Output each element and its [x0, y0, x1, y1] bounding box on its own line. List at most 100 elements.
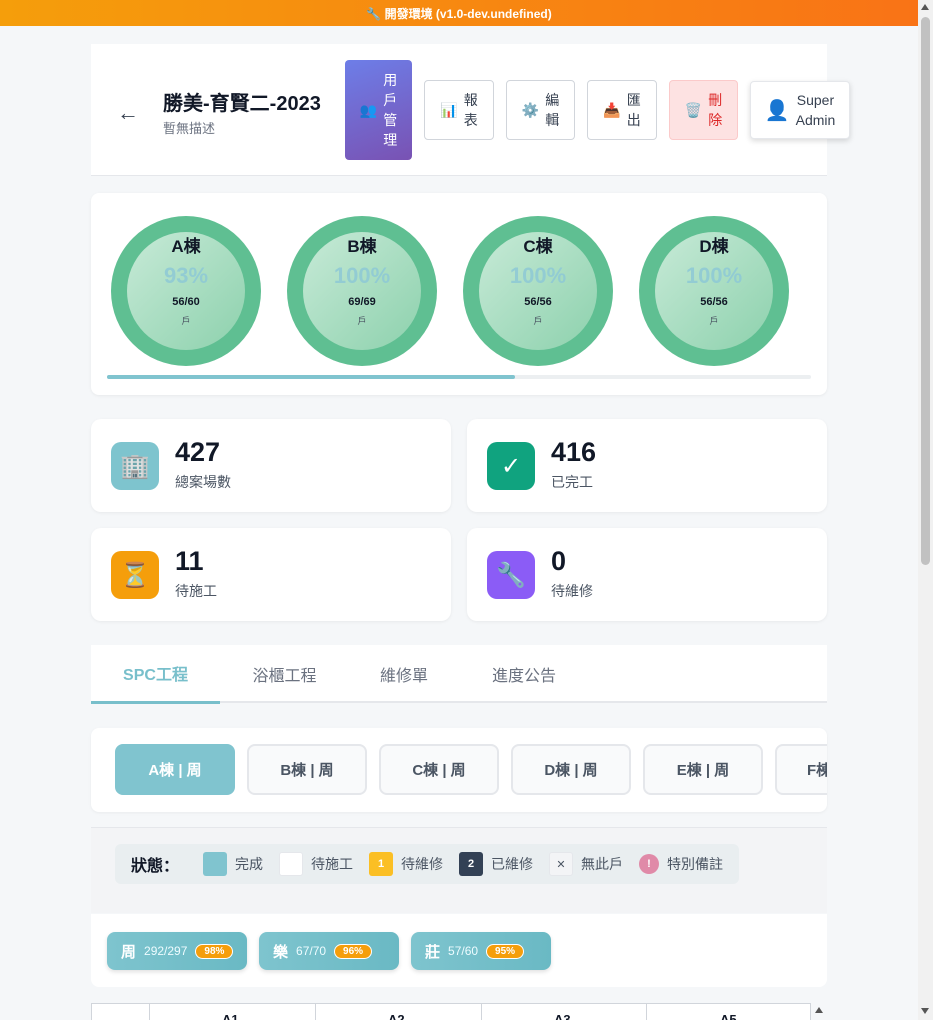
- legend-item: 2 已維修: [459, 852, 533, 876]
- check-icon: ✓: [487, 442, 535, 490]
- page-scrollbar[interactable]: [918, 0, 933, 1020]
- scroll-thumb[interactable]: [921, 17, 930, 565]
- week-button[interactable]: E棟 | 周: [643, 744, 763, 795]
- user-icon: 👤: [764, 99, 790, 122]
- scroll-up-icon[interactable]: [921, 4, 929, 10]
- edit-label: 編 輯: [545, 90, 559, 130]
- user-menu-button[interactable]: 👤 Super Admin: [750, 81, 850, 139]
- label-line: 編: [545, 92, 560, 108]
- legend-label: 待維修: [401, 856, 444, 872]
- legend-item: ! 特別備註: [639, 854, 723, 874]
- building-count: 56/56: [524, 296, 552, 308]
- building-progress-ring[interactable]: A棟 93% 56/60 戶: [111, 216, 261, 366]
- label-line: 匯: [626, 92, 641, 108]
- building-progress-ring[interactable]: D棟 100% 56/56 戶: [639, 216, 789, 366]
- label-line: 輯: [545, 112, 560, 128]
- users-icon: 👥: [359, 101, 378, 118]
- section-percent-badge: 95%: [486, 943, 525, 959]
- legend-label: 待施工: [311, 856, 354, 872]
- edit-button[interactable]: ⚙️ 編 輯: [506, 80, 575, 140]
- legend-item: 待施工: [279, 852, 353, 876]
- close-icon: ✕: [549, 852, 574, 876]
- stat-label: 待維修: [551, 583, 593, 599]
- building-percent: 100%: [509, 263, 567, 288]
- column-divider: [149, 1004, 150, 1020]
- hourglass-icon: ⏳: [111, 551, 159, 599]
- legend-label: 特別備註: [667, 856, 724, 872]
- tab-progress-notice[interactable]: 進度公告: [459, 645, 589, 703]
- stat-card-completed: ✓ 416 已完工: [467, 419, 827, 512]
- column-header: A5: [720, 1012, 737, 1020]
- week-button[interactable]: C棟 | 周: [379, 744, 499, 795]
- tab-repair-order[interactable]: 維修單: [349, 645, 459, 703]
- column-divider: [481, 1004, 482, 1020]
- chart-icon: 📊: [440, 101, 458, 118]
- stat-card-total: 🏢 427 總案場數: [91, 419, 451, 512]
- stat-value: 0: [551, 546, 567, 576]
- label-line: Admin: [795, 112, 836, 128]
- label-line: 出: [626, 112, 641, 128]
- building-percent: 100%: [333, 263, 391, 288]
- building-scroll-thumb[interactable]: [107, 375, 516, 379]
- project-title: 勝美-育賢二-2023: [163, 93, 321, 115]
- label-line: Super: [796, 92, 835, 108]
- stat-label: 待施工: [175, 583, 217, 599]
- legend-item: ✕ 無此戶: [549, 852, 623, 876]
- section-name: 樂: [273, 943, 289, 961]
- label-line: 戶: [383, 92, 398, 108]
- section-count: 67/70: [296, 944, 327, 958]
- section-percent-badge: 98%: [195, 943, 234, 959]
- column-divider: [646, 1004, 647, 1020]
- building-week-selector: A棟 | 周 B棟 | 周 C棟 | 周 D棟 | 周 E棟 | 周 F棟: [91, 728, 827, 812]
- stat-label: 總案場數: [175, 474, 231, 490]
- user-management-button[interactable]: 👥 用 戶 管 理: [345, 60, 412, 160]
- report-button[interactable]: 📊 報 表: [424, 80, 494, 140]
- legend-label: 完成: [235, 856, 264, 872]
- report-label: 報 表: [464, 90, 478, 130]
- stat-card-repair: 🔧 0 待維修: [467, 528, 827, 621]
- unit-table-header: A1 A2 A3 A5: [91, 1003, 811, 1020]
- building-unit: 戶: [357, 316, 367, 326]
- env-banner-text: 🔧 開發環境 (v1.0-dev.undefined): [366, 6, 552, 21]
- building-unit: 戶: [709, 316, 719, 326]
- week-button[interactable]: D棟 | 周: [511, 744, 631, 795]
- legend-title: 狀態：: [131, 858, 180, 875]
- building-name: D棟: [699, 237, 729, 256]
- section-name: 周: [121, 943, 137, 961]
- label-line: 用: [383, 72, 398, 88]
- week-button[interactable]: B棟 | 周: [247, 744, 367, 795]
- building-count: 69/69: [348, 296, 376, 308]
- building-progress-panel: A棟 93% 56/60 戶 B棟 100% 69/69 戶 C棟 100% 5…: [91, 193, 827, 395]
- label-line: 除: [708, 112, 723, 128]
- tab-bath-cabinet[interactable]: 浴櫃工程: [220, 645, 349, 703]
- column-header: A2: [388, 1012, 405, 1020]
- legend-swatch: [203, 852, 228, 876]
- building-scroll-track[interactable]: [107, 375, 811, 379]
- section-chip[interactable]: 周 292/297 98%: [107, 932, 247, 970]
- back-arrow-icon[interactable]: ←: [117, 100, 139, 126]
- table-scroll-up-icon[interactable]: [815, 1007, 823, 1013]
- project-description: 暫無描述: [163, 121, 216, 136]
- building-progress-ring[interactable]: B棟 100% 69/69 戶: [287, 216, 437, 366]
- week-button[interactable]: F棟: [775, 744, 827, 795]
- stat-value: 427: [175, 437, 221, 467]
- label-line: 報: [463, 92, 478, 108]
- section-chips: 周 292/297 98% 樂 67/70 96% 莊 57/60 95%: [91, 914, 827, 987]
- building-count: 56/60: [172, 296, 200, 308]
- building-name: C棟: [523, 237, 553, 256]
- section-chip[interactable]: 樂 67/70 96%: [259, 932, 399, 970]
- stat-value: 11: [175, 546, 204, 576]
- tab-spc[interactable]: SPC工程: [91, 645, 220, 704]
- building-name: B棟: [347, 237, 377, 256]
- week-button[interactable]: A棟 | 周: [115, 744, 235, 795]
- export-button[interactable]: 📥 匯 出: [587, 80, 657, 140]
- export-label: 匯 出: [627, 90, 641, 130]
- legend-item: 完成: [203, 852, 263, 876]
- delete-button[interactable]: 🗑️ 刪 除: [669, 80, 738, 140]
- legend-label: 已維修: [491, 856, 534, 872]
- label-line: 理: [383, 132, 398, 148]
- project-header: ← 勝美-育賢二-2023 暫無描述 👥 用 戶 管 理 📊 報 表 ⚙️ 編 …: [91, 44, 850, 176]
- section-chip[interactable]: 莊 57/60 95%: [411, 932, 551, 970]
- building-progress-ring[interactable]: C棟 100% 56/56 戶: [463, 216, 613, 366]
- scroll-down-icon[interactable]: [921, 1008, 929, 1014]
